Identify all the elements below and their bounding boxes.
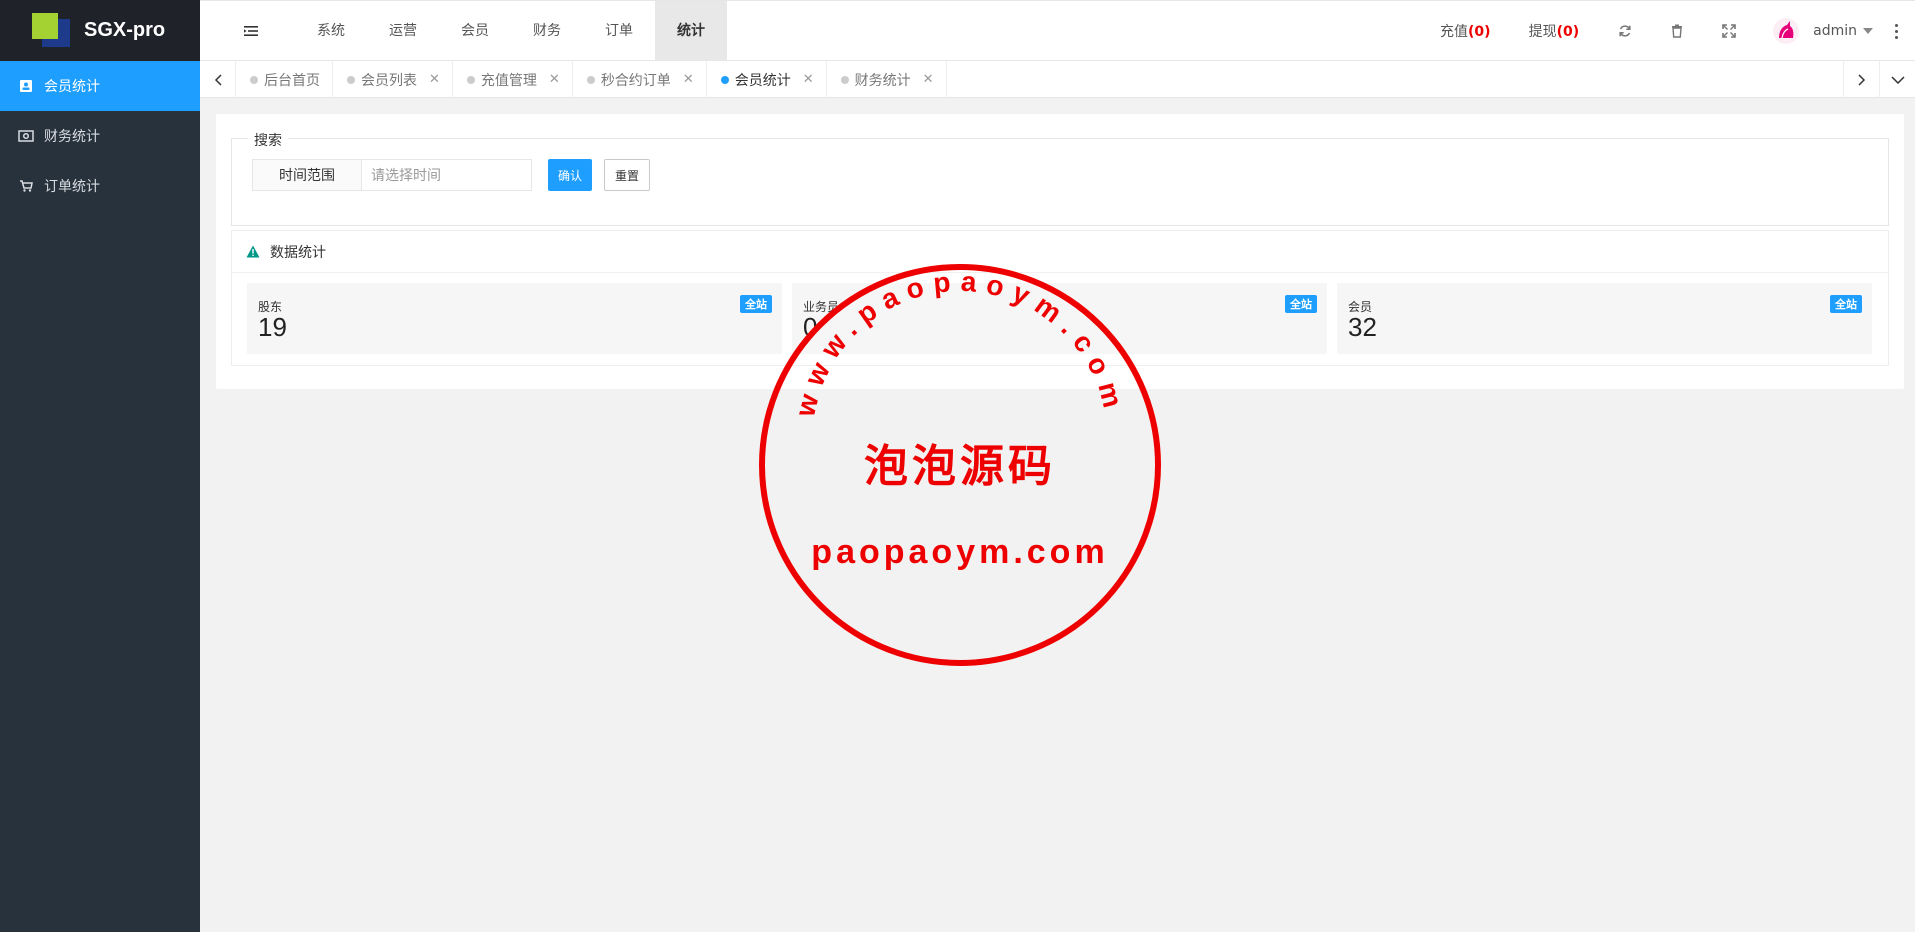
recharge-label: 充值 (1440, 24, 1469, 40)
recharge-link[interactable]: 充值(0) (1440, 21, 1491, 41)
page-tabs: 后台首页 会员列表 ✕ 充值管理 ✕ 秒合约订单 ✕ 会员统计 ✕ 财务统计 ✕ (236, 61, 947, 98)
sidebar-item-member-stats[interactable]: 会员统计 (0, 61, 200, 111)
stats-card: 数据统计 股东 19 全站 业务员 0 全站 会员 32 全站 (231, 230, 1889, 366)
search-legend: 搜索 (248, 130, 288, 150)
tab-dot (347, 75, 355, 84)
withdraw-count: (0) (1556, 24, 1580, 40)
more-vertical-icon[interactable] (1895, 23, 1899, 39)
stat-badge: 全站 (1285, 295, 1317, 313)
nav-item-statistics[interactable]: 统计 (655, 1, 727, 61)
user-name[interactable]: admin (1813, 23, 1857, 39)
stat-value: 0 (803, 312, 818, 342)
fullscreen-icon[interactable] (1721, 23, 1737, 39)
tab-dot (840, 75, 849, 84)
stats-card-title: 数据统计 (270, 244, 326, 261)
nav-item-order[interactable]: 订单 (583, 1, 655, 61)
cart-icon (18, 178, 34, 194)
stat-value: 32 (1348, 312, 1377, 342)
logo[interactable]: SGX-pro (0, 0, 200, 61)
time-range-group: 时间范围 请选择时间 (252, 159, 532, 191)
recharge-count: (0) (1468, 24, 1491, 40)
sidebar-item-label: 会员统计 (44, 79, 100, 95)
tabs-scroll-right-icon[interactable] (1843, 61, 1879, 98)
tab-label: 秒合约订单 (600, 72, 671, 89)
tab-finance-stats[interactable]: 财务统计 ✕ (827, 61, 947, 98)
sidebar: SGX-pro 会员统计 财务统计 订单统计 (0, 0, 200, 932)
tabs-menu-chevron-down-icon[interactable] (1879, 61, 1915, 98)
tab-member-list[interactable]: 会员列表 ✕ (333, 61, 453, 98)
top-nav: 系统 运营 会员 财务 订单 统计 (295, 1, 727, 61)
watermark-bottom-text: paopaoym.com (811, 533, 1108, 571)
stat-members: 会员 32 全站 (1337, 283, 1872, 354)
tab-label: 会员列表 (361, 72, 417, 89)
header-actions: 充值(0) 提现(0) admin (1440, 1, 1915, 61)
time-range-label: 时间范围 (252, 159, 362, 191)
nav-item-finance[interactable]: 财务 (511, 1, 583, 61)
tab-recharge[interactable]: 充值管理 ✕ (453, 61, 573, 98)
top-header: 系统 运营 会员 财务 订单 统计 充值(0) 提现(0) admin (200, 0, 1915, 61)
tab-label: 财务统计 (854, 72, 911, 89)
stat-shareholders: 股东 19 全站 (247, 283, 782, 354)
stat-value: 19 (258, 312, 287, 342)
tab-dashboard[interactable]: 后台首页 (236, 61, 333, 98)
sidebar-item-finance-stats[interactable]: 财务统计 (0, 111, 200, 161)
member-card-icon (18, 78, 34, 94)
tab-label: 后台首页 (264, 72, 320, 89)
stats-card-header: 数据统计 (232, 231, 1888, 273)
tab-dot (720, 75, 729, 84)
tab-label: 充值管理 (480, 72, 537, 89)
close-icon[interactable]: ✕ (803, 72, 814, 87)
tabs-scroll-left-icon[interactable] (200, 61, 236, 98)
tab-label: 会员统计 (734, 72, 791, 89)
close-icon[interactable]: ✕ (549, 72, 560, 87)
sidebar-item-label: 订单统计 (44, 179, 100, 195)
withdraw-label: 提现 (1528, 24, 1557, 40)
withdraw-link[interactable]: 提现(0) (1529, 21, 1580, 41)
main-panel: 搜索 时间范围 请选择时间 确认 重置 数据统计 股东 19 全站 业务员 0 … (216, 114, 1904, 389)
search-fieldset: 搜索 时间范围 请选择时间 确认 重置 (231, 130, 1889, 226)
stats-list: 股东 19 全站 业务员 0 全站 会员 32 全站 (247, 283, 1872, 354)
reset-button[interactable]: 重置 (604, 159, 650, 191)
sidebar-item-order-stats[interactable]: 订单统计 (0, 161, 200, 211)
nav-item-system[interactable]: 系统 (295, 1, 367, 61)
close-icon[interactable]: ✕ (923, 72, 934, 87)
stat-salesmen: 业务员 0 全站 (792, 283, 1327, 354)
app-title: SGX-pro (84, 19, 166, 41)
sidebar-item-label: 财务统计 (44, 129, 100, 145)
refresh-icon[interactable] (1617, 23, 1633, 39)
trash-icon[interactable] (1669, 23, 1685, 39)
close-icon[interactable]: ✕ (429, 72, 440, 87)
chevron-down-icon[interactable] (1863, 28, 1873, 34)
warning-icon (246, 245, 260, 258)
tab-dot (586, 75, 595, 84)
tabs-bar: 后台首页 会员列表 ✕ 充值管理 ✕ 秒合约订单 ✕ 会员统计 ✕ 财务统计 ✕ (200, 61, 1915, 98)
tab-dot (466, 75, 475, 84)
close-icon[interactable]: ✕ (683, 72, 694, 87)
tab-contract-orders[interactable]: 秒合约订单 ✕ (573, 61, 707, 98)
time-range-input[interactable]: 请选择时间 (362, 159, 532, 191)
stat-badge: 全站 (1830, 295, 1862, 313)
money-icon (18, 128, 34, 144)
tab-dot (250, 75, 258, 84)
menu-toggle-icon[interactable] (243, 23, 259, 39)
watermark-center-text: 泡泡源码 (864, 441, 1056, 492)
stat-badge: 全站 (740, 295, 772, 313)
nav-item-operation[interactable]: 运营 (367, 1, 439, 61)
user-avatar[interactable] (1773, 18, 1800, 44)
logo-mark-icon (32, 12, 72, 49)
nav-item-member[interactable]: 会员 (439, 1, 511, 61)
tab-member-stats[interactable]: 会员统计 ✕ (707, 61, 827, 98)
confirm-button[interactable]: 确认 (548, 159, 592, 191)
